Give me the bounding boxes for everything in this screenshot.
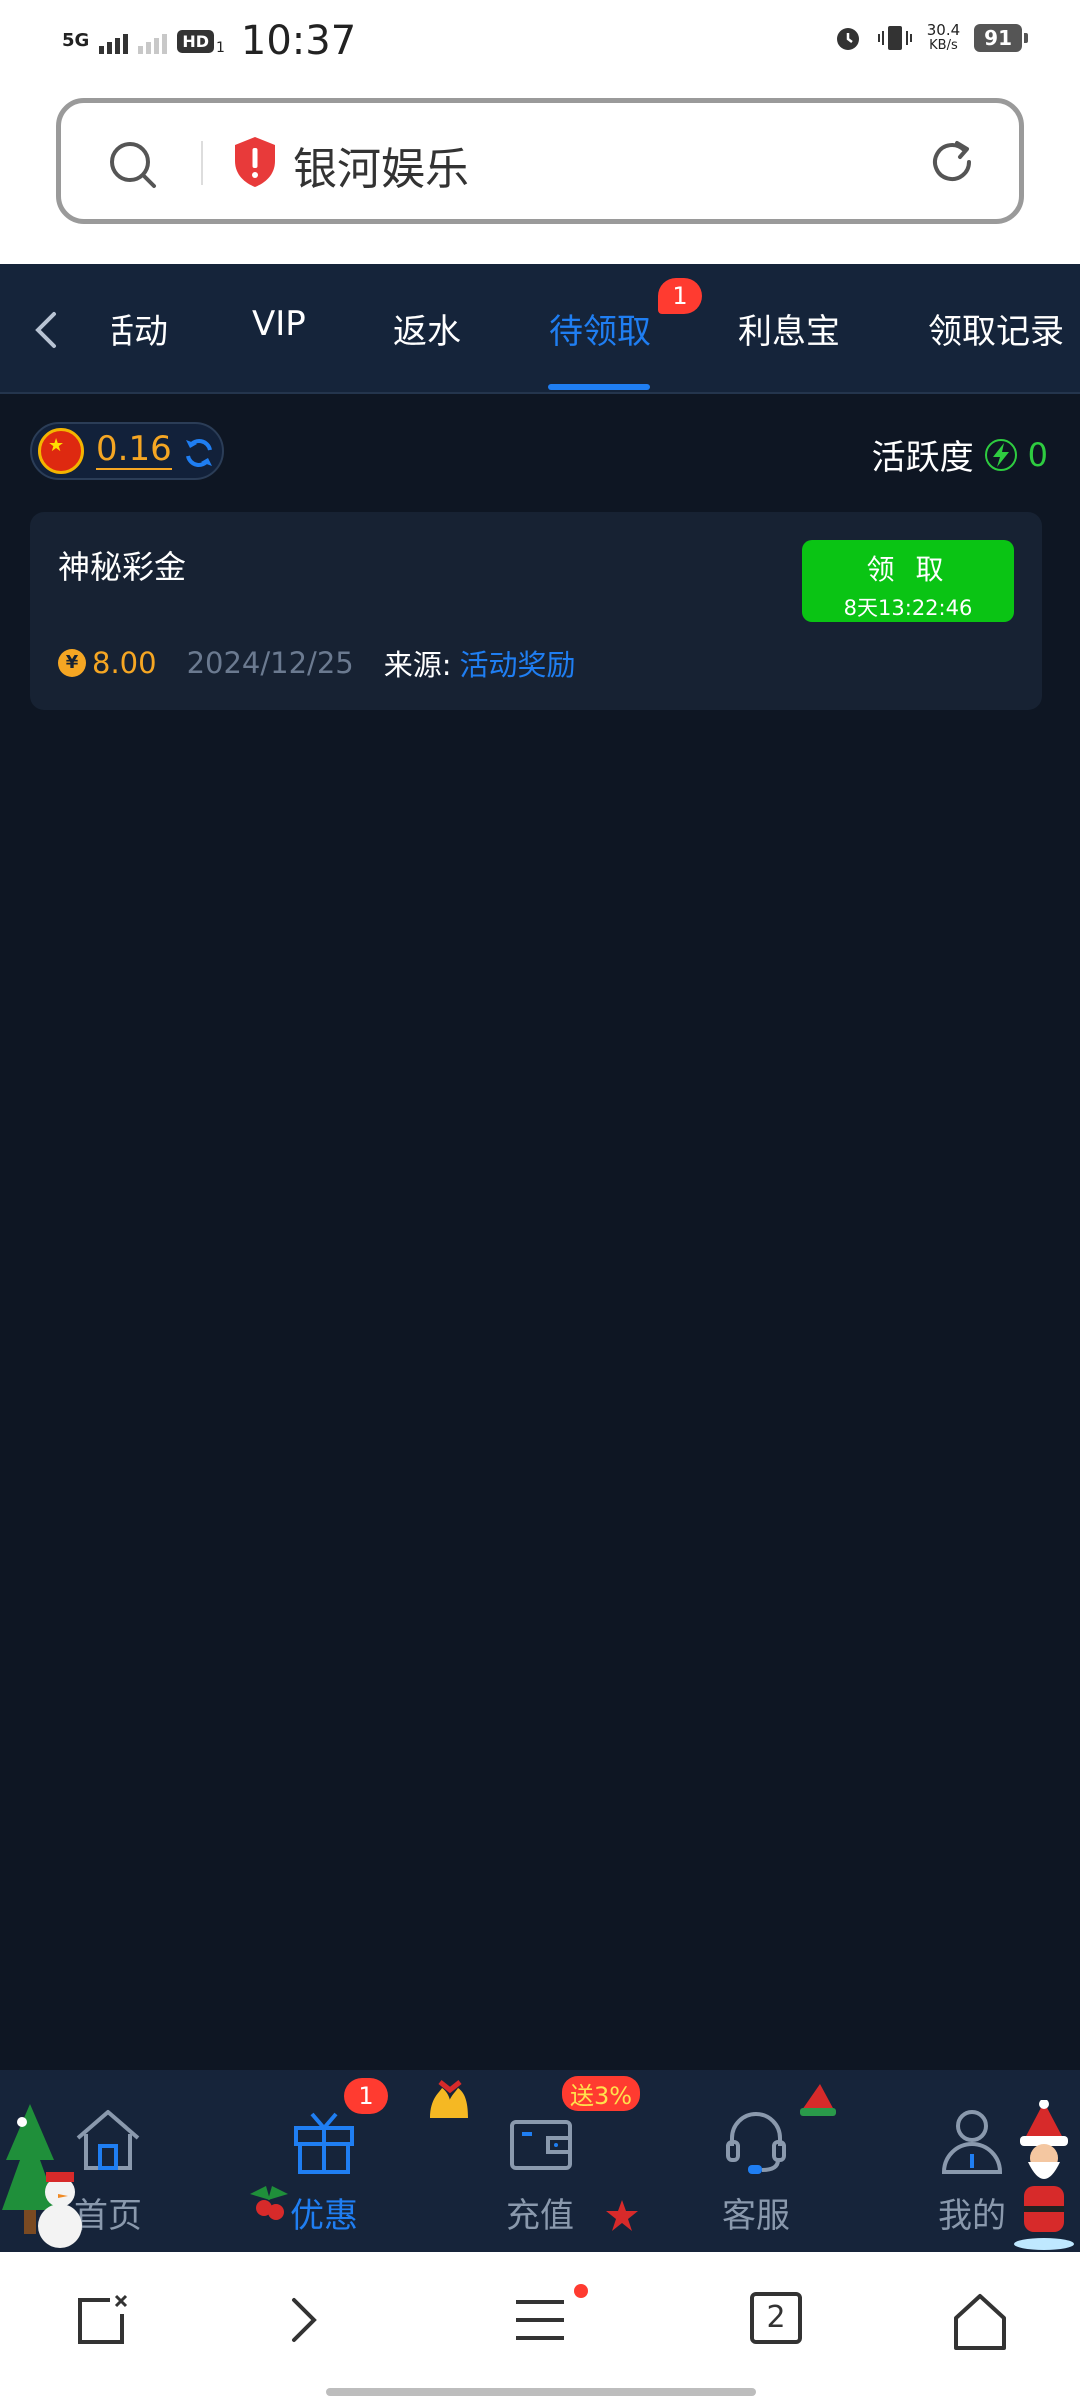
- tab-activity[interactable]: 活动: [112, 304, 168, 353]
- santa-hat-icon: [800, 2084, 836, 2116]
- tab-vip[interactable]: VIP: [252, 304, 306, 344]
- claim-label: 领 取: [866, 553, 950, 586]
- alarm-icon: [836, 28, 859, 50]
- source-label: 来源:: [383, 648, 452, 682]
- reward-date: 2024/12/25: [186, 646, 354, 680]
- tab-pending-claim[interactable]: 待领取: [549, 304, 651, 353]
- activity-score: 活跃度 0: [872, 430, 1048, 479]
- status-left: 5G HD 1 10:37: [62, 18, 356, 64]
- star-ornament-icon: [606, 2200, 638, 2231]
- bell-icon: [430, 2080, 468, 2118]
- nav-profile[interactable]: 我的: [864, 2070, 1080, 2252]
- yen-coin-icon: ¥: [58, 649, 86, 677]
- nav-promotions[interactable]: 优惠 1: [216, 2070, 432, 2252]
- user-icon: [941, 2110, 1003, 2174]
- holly-icon: [250, 2186, 288, 2220]
- headset-icon: [726, 2112, 786, 2174]
- refresh-icon[interactable]: [182, 436, 216, 470]
- menu-icon: [516, 2300, 564, 2340]
- balance-value: 0.16: [96, 429, 172, 470]
- browser-header: 银河娱乐: [0, 88, 1080, 264]
- search-icon[interactable]: [107, 139, 159, 191]
- nav-home[interactable]: 首页: [0, 2070, 216, 2252]
- tabs-icon[interactable]: 2: [750, 2292, 802, 2344]
- snowman-icon: [38, 2172, 82, 2248]
- santa-icon: [1014, 2100, 1074, 2250]
- wallet-icon: [510, 2120, 572, 2170]
- network-type: 5G: [62, 30, 90, 51]
- security-warning-icon[interactable]: [231, 135, 279, 189]
- network-speed: 30.4 KB/s: [926, 21, 961, 53]
- home-icon: [76, 2110, 140, 2170]
- claim-countdown: 8天13:22:46: [843, 596, 973, 620]
- tab-interest[interactable]: 利息宝: [738, 304, 840, 353]
- signal-2-icon: [138, 28, 168, 54]
- vibrate-icon: [877, 26, 912, 50]
- browser-toolbar: 2: [0, 2252, 1080, 2400]
- activity-label: 活跃度: [871, 438, 974, 478]
- reload-icon[interactable]: [925, 135, 979, 189]
- active-tab-indicator: [548, 384, 650, 390]
- status-bar: 5G HD 1 10:37 30.4 KB/s 91: [0, 0, 1080, 88]
- gift-icon: [294, 2112, 354, 2174]
- chevron-left-icon[interactable]: [28, 308, 64, 352]
- signal-icon: [99, 28, 129, 54]
- nav-support[interactable]: 客服: [648, 2070, 864, 2252]
- menu-button[interactable]: [512, 2284, 588, 2348]
- reward-meta: ¥ 8.00 2024/12/25 来源: 活动奖励: [58, 642, 576, 684]
- lightning-icon: [984, 438, 1017, 471]
- china-flag-icon: ★: [38, 428, 84, 474]
- clock: 10:37: [240, 18, 357, 64]
- pending-badge: 1: [658, 278, 702, 314]
- claim-button[interactable]: 领 取 8天13:22:46: [802, 540, 1014, 622]
- promo-badge: 1: [344, 2078, 388, 2114]
- menu-notification-dot: [574, 2284, 588, 2298]
- tab-rebate[interactable]: 返水: [393, 304, 461, 353]
- battery-icon: 91: [974, 24, 1028, 52]
- reward-amount: 8.00: [92, 646, 157, 680]
- home-indicator[interactable]: [326, 2388, 756, 2396]
- home-icon[interactable]: [950, 2292, 1010, 2352]
- site-bottom-nav: 首页 优惠 1 充值 送3% 客服 我的: [0, 2070, 1080, 2252]
- status-right: 30.4 KB/s 91: [833, 21, 1028, 54]
- hd-icon: HD: [177, 29, 214, 53]
- nav-deposit[interactable]: 充值 送3%: [430, 2070, 648, 2252]
- site-name[interactable]: 银河娱乐: [293, 133, 469, 197]
- new-window-icon[interactable]: [74, 2292, 130, 2348]
- address-bar[interactable]: 银河娱乐: [56, 98, 1024, 224]
- reward-title: 神秘彩金: [58, 548, 187, 586]
- sim-number: 1: [215, 40, 225, 56]
- tab-claim-history[interactable]: 领取记录: [928, 304, 1064, 353]
- reward-card: 神秘彩金 领 取 8天13:22:46 ¥ 8.00 2024/12/25 来源…: [30, 512, 1042, 710]
- activity-value: 0: [1027, 435, 1048, 474]
- balance-pill[interactable]: ★ 0.16: [30, 422, 224, 480]
- forward-icon[interactable]: [284, 2292, 324, 2348]
- deposit-bonus-badge: 送3%: [562, 2076, 641, 2111]
- tab-bar: 活动 VIP 返水 待领取 1 利息宝 领取记录: [0, 264, 1080, 394]
- address-divider: [201, 141, 203, 185]
- source-value: 活动奖励: [459, 648, 576, 682]
